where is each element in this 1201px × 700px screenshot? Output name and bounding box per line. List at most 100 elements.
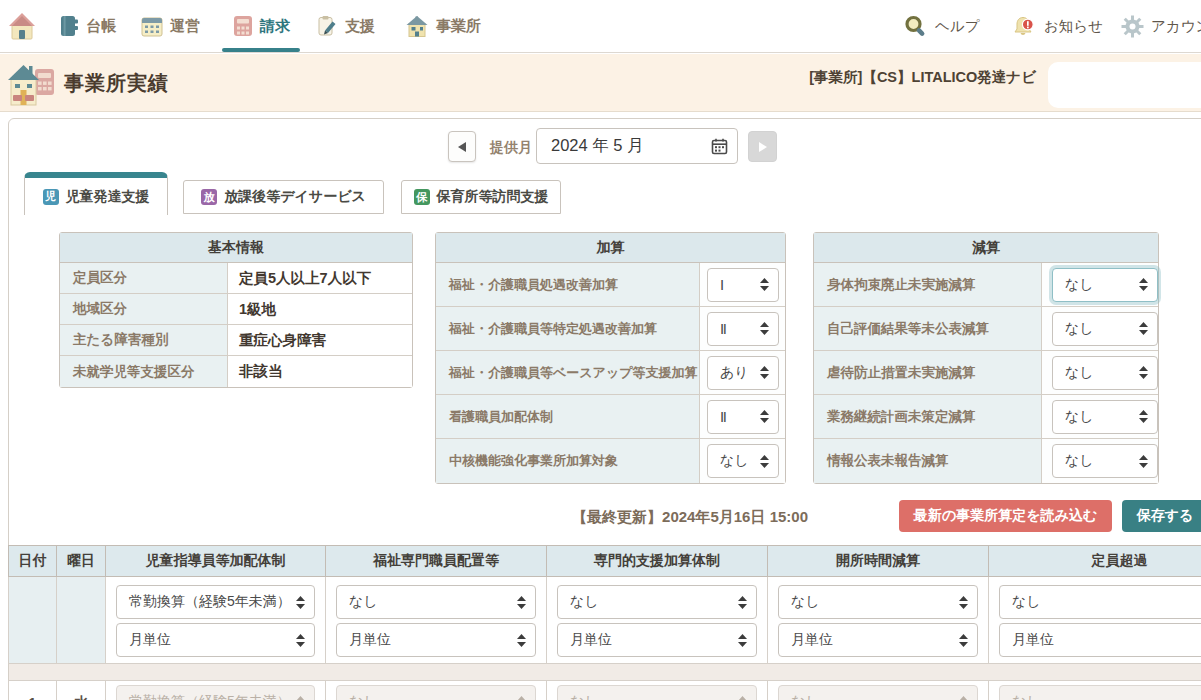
select-value: なし [791,593,820,611]
deduction-row: 業務継続計画未策定減算 なし [814,395,1158,439]
select-dropdown[interactable]: なし [778,585,978,619]
updown-arrows-icon [738,696,747,700]
select-dropdown[interactable]: なし [1052,356,1158,390]
updown-arrows-icon [959,634,968,647]
select-dropdown[interactable]: なし [557,585,757,619]
nav-item-5[interactable]: 事業所 [405,0,481,52]
day-row: 1水常勤換算（経験5年未満）なしなしなしなし [9,681,1201,700]
row-select-cell: あり [700,351,785,394]
updown-arrows-icon [760,322,769,335]
select-value: なし [1012,693,1041,700]
load-latest-button[interactable]: 最新の事業所算定を読み込む [899,500,1112,532]
month-default-cell: なし月単位 [326,577,547,664]
nav-utility-2[interactable]: お知らせ [1011,0,1103,52]
nav-item-label: 事業所 [436,17,481,36]
select-dropdown[interactable]: 月単位 [336,623,536,657]
period-input[interactable]: 2024 年 5 月 [536,128,738,164]
select-dropdown[interactable]: Ⅰ [707,268,779,302]
select-dropdown: 常勤換算（経験5年未満） [116,685,315,700]
select-dropdown[interactable]: なし [1052,444,1158,478]
save-button[interactable]: 保存する [1122,500,1201,532]
basic-info-row: 主たる障害種別重症心身障害 [60,325,412,356]
select-dropdown[interactable]: 月単位 [778,623,978,657]
next-month-button[interactable] [748,131,777,162]
select-dropdown[interactable]: なし [1052,312,1158,346]
select-dropdown[interactable]: なし [999,585,1201,619]
basic-info-panel: 基本情報定員区分定員5人以上7人以下地域区分1級地主たる障害種別重症心身障害未就… [59,232,413,388]
month-defaults-row: 常勤換算（経験5年未満）月単位なし月単位なし月単位なし月単位なし月単位 [9,577,1201,664]
select-dropdown[interactable]: なし [336,585,536,619]
updown-arrows-icon [959,696,968,700]
select-value: 月単位 [791,631,833,649]
date-cell [9,577,57,664]
basic-info-row: 地域区分1級地 [60,294,412,325]
calendar-glyph-icon[interactable] [711,138,728,155]
nav-item-2[interactable]: 運営 [141,0,200,52]
period-value: 2024 年 5 月 [551,135,644,157]
select-dropdown: なし [557,685,757,700]
deduction-row: 自己評価結果等未公表減算なし [814,307,1158,351]
nav-utility-1[interactable]: ヘルプ [903,0,980,52]
nav-item-4[interactable]: 支援 [316,0,375,52]
select-dropdown[interactable]: なし [1052,268,1158,302]
row-label: 地域区分 [60,294,228,324]
select-value: 常勤換算（経験5年未満） [129,593,291,611]
tab-badge: 児 [43,189,59,205]
select-value: なし [1012,593,1041,611]
ledger-icon [60,15,79,37]
select-dropdown[interactable]: なし [1052,400,1158,434]
select-dropdown[interactable]: 常勤換算（経験5年未満） [116,585,315,619]
row-select-cell: なし [1042,439,1158,483]
select-dropdown[interactable]: Ⅱ [707,400,779,434]
period-label: 提供月 [490,139,532,157]
row-label: 定員区分 [60,263,228,293]
select-value: なし [1065,408,1094,426]
updown-arrows-icon [1139,455,1148,468]
prev-month-button[interactable] [448,131,476,162]
select-value: 常勤換算（経験5年未満） [129,693,291,700]
addition-row: 中核機能強化事業所加算対象なし [436,439,785,483]
select-value: Ⅰ [720,277,724,293]
row-label: 中核機能強化事業所加算対象 [436,439,700,483]
updown-arrows-icon [760,410,769,423]
updown-arrows-icon [1139,366,1148,379]
nav-item-1[interactable]: 台帳 [60,0,116,52]
select-dropdown[interactable]: なし [707,444,779,478]
row-label: 情報公表未報告減算 [814,439,1042,483]
row-value: 定員5人以上7人以下 [228,263,412,293]
select-value: Ⅱ [720,321,727,337]
nav-item-label: 請求 [260,17,290,36]
calendar-icon [141,16,163,37]
tab-label: 放課後等デイサービス [224,188,366,206]
basic-info-row: 定員区分定員5人以上7人以下 [60,263,412,294]
nav-utility-3[interactable]: アカウン [1121,0,1201,52]
day-table-header: 開所時間減算 [768,546,989,577]
tab-1[interactable]: 児児童発達支援 [24,172,168,215]
row-label: 業務継続計画未策定減算 [814,395,1042,438]
top-nav: 台帳運営 請求 支援 事業所 ヘルプ お知らせアカウン [0,0,1201,53]
row-select-cell: Ⅱ [700,395,785,438]
tab-3[interactable]: 保保育所等訪問支援 [401,180,561,214]
separator-row [9,664,1201,681]
bell-alert-icon [1011,14,1037,39]
select-dropdown[interactable]: 月単位 [557,623,757,657]
row-label: 福祉・介護職員等ベースアップ等支援加算 [436,351,700,394]
select-dropdown[interactable]: 月単位 [999,623,1201,657]
nav-item-3[interactable]: 請求 [233,0,290,52]
updown-arrows-icon [517,596,526,609]
row-label: 未就学児等支援区分 [60,356,228,387]
month-default-cell: なし月単位 [989,577,1201,664]
updown-arrows-icon [760,278,769,291]
home-icon[interactable] [8,11,36,43]
nav-utility-label: ヘルプ [935,17,980,36]
tab-2[interactable]: 放放課後等デイサービス [183,180,384,214]
select-dropdown[interactable]: 月単位 [116,623,315,657]
additions-panel: 加算福祉・介護職員処遇改善加算Ⅰ福祉・介護職員等特定処遇改善加算Ⅱ福祉・介護職員… [435,232,786,484]
support-pen-icon [316,15,338,37]
row-label: 福祉・介護職員処遇改善加算 [436,263,700,306]
month-default-cell: なし月単位 [768,577,989,664]
row-label: 福祉・介護職員等特定処遇改善加算 [436,307,700,350]
select-dropdown: なし [778,685,978,700]
select-dropdown[interactable]: Ⅱ [707,312,779,346]
select-dropdown[interactable]: あり [707,356,779,390]
